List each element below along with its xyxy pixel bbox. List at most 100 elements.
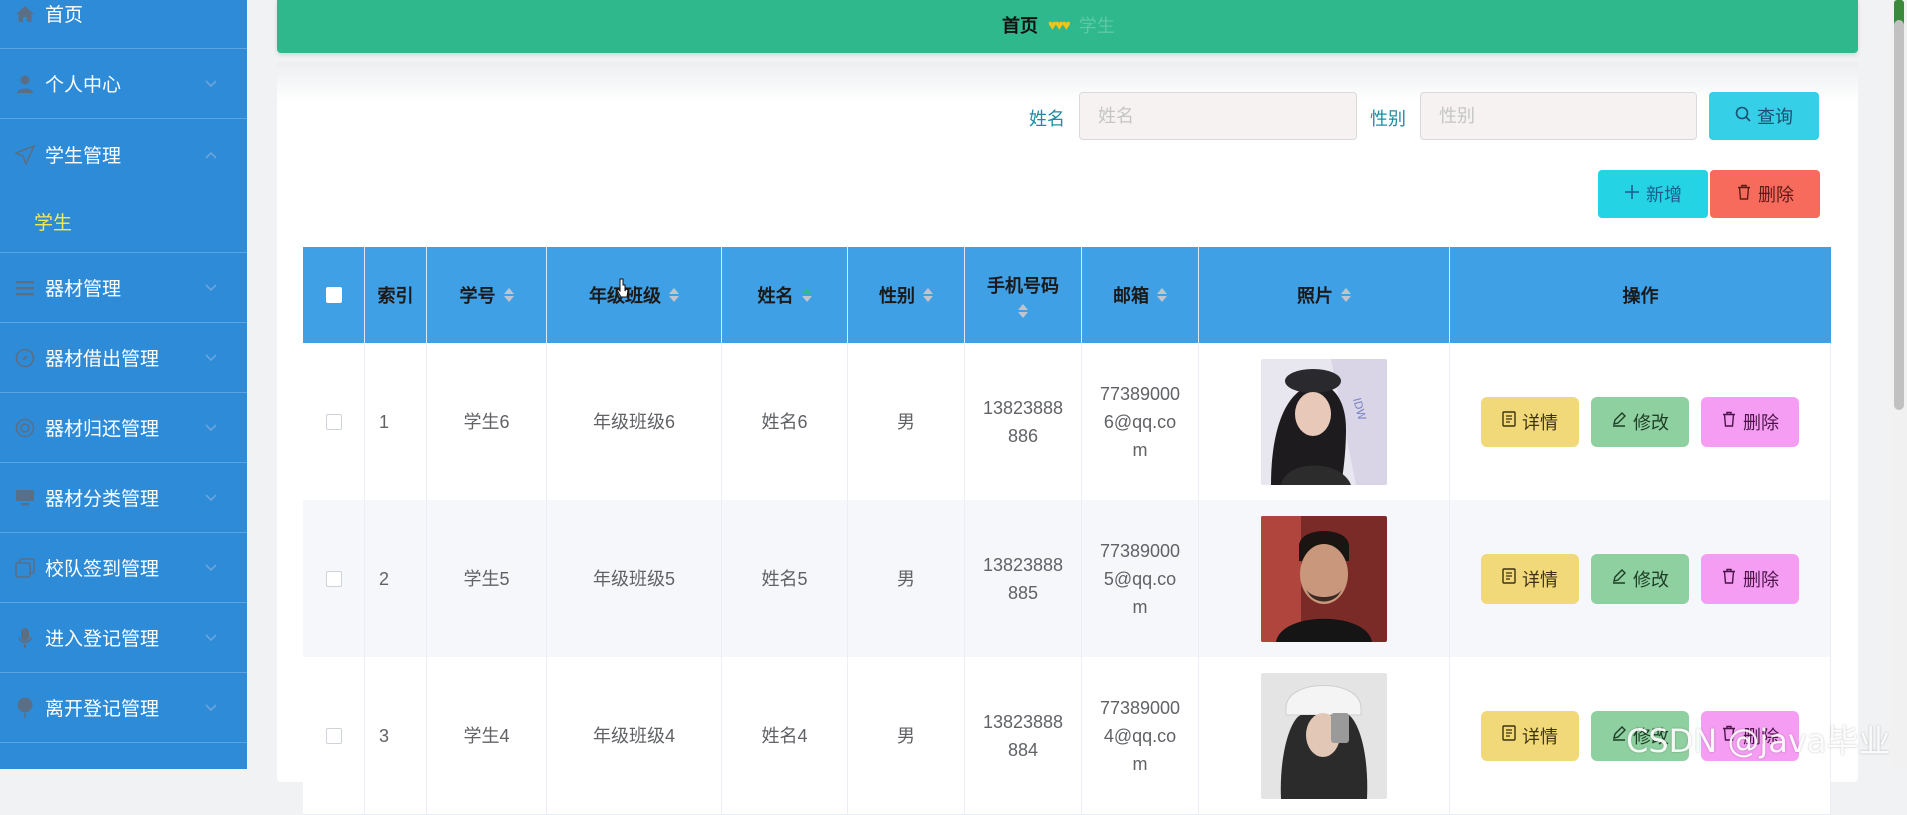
gender-search-input[interactable] (1420, 92, 1697, 140)
send-icon (14, 144, 36, 166)
phone-text: 13823888 (982, 554, 1064, 575)
header-student-no[interactable]: 学号 (427, 247, 547, 343)
header-class[interactable]: 年级班级 (547, 247, 722, 343)
sort-icon[interactable] (1018, 304, 1028, 318)
lifebuoy-icon (14, 417, 36, 439)
copy-icon (14, 557, 36, 579)
sidebar-item-equipment[interactable]: 器材管理 (0, 253, 247, 323)
sort-icon[interactable] (923, 288, 933, 302)
sidebar-item-exit[interactable]: 离开登记管理 (0, 673, 247, 743)
pencil-icon (1611, 568, 1627, 589)
add-button-label: 新增 (1646, 185, 1682, 205)
sidebar-item-profile[interactable]: 个人中心 (0, 49, 247, 119)
email-text: 77389000 (1099, 383, 1181, 404)
sort-icon[interactable] (1341, 288, 1351, 302)
query-button[interactable]: 查询 (1709, 92, 1819, 140)
batch-delete-button[interactable]: 删除 (1710, 170, 1820, 218)
sidebar-subitem-student[interactable]: 学生 (0, 190, 247, 253)
header-select-all (303, 247, 365, 343)
row-checkbox[interactable] (325, 727, 342, 744)
detail-button[interactable]: 详情 (1481, 396, 1579, 447)
sidebar-item-category[interactable]: 器材分类管理 (0, 463, 247, 533)
chevron-down-icon (204, 421, 218, 435)
top-header: 首页 ♥♥♥ 学生 (277, 0, 1858, 53)
student-no-cell: 学生4 (427, 657, 547, 814)
mouse-cursor-icon (616, 278, 630, 300)
detail-button-label: 详情 (1522, 726, 1558, 747)
chevron-down-icon (204, 631, 218, 645)
breadcrumb-home[interactable]: 首页 (1002, 12, 1038, 38)
user-icon (14, 73, 36, 95)
header-gender[interactable]: 性别 (848, 247, 965, 343)
edit-button[interactable]: 修改 (1591, 553, 1689, 604)
trash-icon (1721, 568, 1737, 589)
sidebar-item-return[interactable]: 器材归还管理 (0, 393, 247, 463)
document-icon (1502, 411, 1516, 432)
email-text: 6@qq.co (1103, 411, 1177, 432)
row-delete-button[interactable]: 删除 (1701, 553, 1799, 604)
chevron-down-icon (204, 491, 218, 505)
row-checkbox[interactable] (325, 413, 342, 430)
index-cell: 2 (365, 500, 427, 657)
row-delete-button[interactable]: 删除 (1701, 396, 1799, 447)
sidebar-item-label: 校队签到管理 (45, 559, 160, 580)
sort-icon[interactable] (801, 288, 812, 302)
sidebar-item-entry[interactable]: 进入登记管理 (0, 603, 247, 673)
edit-button[interactable]: 修改 (1591, 396, 1689, 447)
header-email[interactable]: 邮箱 (1082, 247, 1199, 343)
email-text: m (1132, 753, 1148, 774)
sidebar-item-lending[interactable]: 器材借出管理 (0, 323, 247, 393)
document-icon (1502, 568, 1516, 589)
gender-cell: 男 (848, 500, 965, 657)
student-photo[interactable] (1261, 672, 1387, 799)
chevron-down-icon (204, 561, 218, 575)
row-select-cell (303, 500, 365, 657)
sidebar-item-home[interactable]: 首页 (0, 0, 247, 49)
sort-icon[interactable] (1157, 288, 1167, 302)
name-search-input[interactable] (1079, 92, 1357, 140)
breadcrumb-current: 学生 (1078, 16, 1115, 36)
chevron-up-icon (204, 148, 218, 162)
vertical-scrollbar[interactable] (1891, 0, 1907, 769)
student-photo[interactable] (1261, 515, 1387, 642)
sidebar-item-label: 离开登记管理 (45, 699, 160, 720)
header-label: 操作 (1622, 286, 1659, 306)
header-phone[interactable]: 手机号码 (965, 247, 1082, 343)
email-text: m (1132, 439, 1148, 460)
search-icon (1735, 106, 1751, 127)
email-text: 77389000 (1099, 540, 1181, 561)
detail-button[interactable]: 详情 (1481, 553, 1579, 604)
name-cell: 姓名4 (722, 657, 848, 814)
home-icon (14, 3, 36, 25)
sidebar-item-label: 器材借出管理 (45, 349, 160, 370)
sidebar: 首页 个人中心 学生管理 学生 器材管理 器材借出管理 器材归还管理 器材分类管… (0, 0, 247, 769)
microphone-icon (14, 627, 36, 649)
header-photo[interactable]: 照片 (1199, 247, 1450, 343)
sort-icon[interactable] (669, 288, 679, 302)
pencil-icon (1611, 725, 1627, 746)
balloon-icon (14, 697, 36, 719)
detail-button-label: 详情 (1522, 412, 1558, 433)
sidebar-item-student-mgmt[interactable]: 学生管理 (0, 119, 247, 190)
sidebar-item-signin[interactable]: 校队签到管理 (0, 533, 247, 603)
scroll-thumb[interactable] (1894, 20, 1904, 410)
plus-icon (1624, 184, 1640, 205)
class-cell: 年级班级4 (547, 657, 722, 814)
sort-icon[interactable] (503, 288, 514, 302)
name-search-label: 姓名 (1029, 109, 1065, 129)
detail-button[interactable]: 详情 (1481, 710, 1579, 761)
table-header: 索引 学号 年级班级 姓名 性别 手机号码 邮箱 照片 (303, 247, 1831, 343)
gender-cell: 男 (848, 343, 965, 500)
select-all-checkbox[interactable] (325, 287, 342, 303)
trash-icon (1736, 184, 1752, 205)
add-button[interactable]: 新增 (1598, 170, 1708, 218)
edit-button-label: 修改 (1633, 569, 1669, 590)
student-photo[interactable]: IDW (1261, 358, 1387, 485)
sidebar-item-label: 首页 (45, 5, 84, 26)
chevron-down-icon (204, 281, 218, 295)
chevron-down-icon (204, 701, 218, 715)
index-cell: 3 (365, 657, 427, 814)
header-name[interactable]: 姓名 (722, 247, 848, 343)
row-checkbox[interactable] (325, 570, 342, 587)
monitor-icon (14, 487, 36, 509)
